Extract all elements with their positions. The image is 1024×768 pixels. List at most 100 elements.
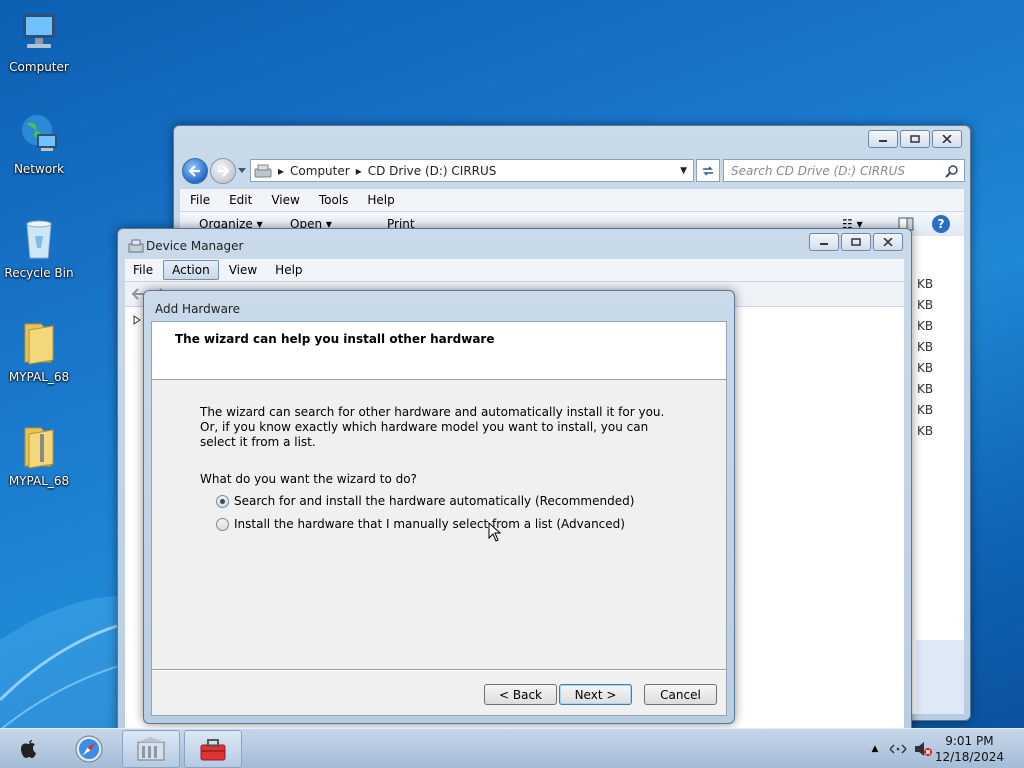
menu-help[interactable]: Help: [267, 261, 310, 279]
next-button[interactable]: Next >: [559, 684, 632, 705]
volume-tray-icon[interactable]: [912, 730, 934, 768]
search-input[interactable]: Search CD Drive (D:) CIRRUS: [723, 159, 965, 182]
menu-file[interactable]: File: [180, 193, 219, 207]
maximize-button[interactable]: [841, 233, 871, 251]
option-auto-install[interactable]: Search for and install the hardware auto…: [216, 494, 634, 508]
clock-time: 9:01 PM: [945, 734, 994, 748]
minimize-icon: [879, 140, 887, 142]
file-size: KB: [917, 403, 934, 417]
desktop-icon-network[interactable]: Network: [4, 110, 74, 176]
menu-file[interactable]: File: [125, 261, 161, 279]
button-separator: [152, 669, 726, 671]
toolbox-icon: [200, 739, 226, 761]
menu-edit[interactable]: Edit: [219, 193, 261, 207]
desktop-icon-mypal-zip[interactable]: MYPAL_68: [4, 422, 74, 488]
computer-icon: [23, 14, 55, 48]
network-status-icon: [889, 744, 907, 754]
maximize-button[interactable]: [900, 130, 930, 148]
menu-tools[interactable]: Tools: [309, 193, 358, 207]
show-hidden-icons-button[interactable]: ▲: [868, 730, 882, 768]
breadcrumb-separator-icon: ▸: [278, 163, 285, 178]
wizard-body: The wizard can help you install other ha…: [151, 321, 727, 716]
address-bar[interactable]: ▸ Computer ▸ CD Drive (D:) CIRRUS ▼: [250, 159, 694, 182]
mouse-cursor-icon: [488, 522, 502, 542]
window-title: Device Manager: [146, 239, 244, 253]
explorer-menubar: File Edit View Tools Help: [180, 189, 964, 211]
minimize-icon: [820, 243, 828, 245]
refresh-button[interactable]: [696, 159, 720, 182]
option-label: Search for and install the hardware auto…: [234, 494, 635, 508]
device-manager-icon: [128, 239, 144, 253]
address-dropdown-icon[interactable]: ▼: [680, 166, 687, 176]
minimize-button[interactable]: [809, 233, 839, 251]
wizard-heading: The wizard can help you install other ha…: [175, 332, 495, 346]
desktop-icon-computer[interactable]: Computer: [4, 8, 74, 74]
help-icon[interactable]: ?: [932, 215, 950, 233]
menu-action[interactable]: Action: [163, 260, 219, 280]
zip-folder-icon: [24, 427, 54, 469]
desktop-icon-recycle-bin[interactable]: Recycle Bin: [4, 214, 74, 280]
option-label: Install the hardware that I manually sel…: [234, 517, 625, 531]
file-size: KB: [917, 298, 934, 312]
file-size: KB: [917, 424, 934, 438]
taskbar: ▲ 9:01 PM 12/18/2024: [0, 728, 1024, 768]
apple-logo-icon: [21, 740, 36, 758]
cd-drive-icon: [254, 164, 272, 177]
recycle-bin-icon: [26, 220, 52, 259]
back-button[interactable]: [182, 158, 208, 184]
network-tray-icon[interactable]: [888, 730, 908, 768]
back-button[interactable]: < Back: [484, 684, 557, 705]
explorer-caption-buttons: [868, 130, 962, 148]
forward-arrow-icon: [218, 165, 230, 177]
compass-icon: [75, 735, 103, 763]
desktop-icon-label: Recycle Bin: [4, 266, 74, 280]
folder-icon: [24, 323, 54, 365]
start-button[interactable]: [8, 730, 48, 768]
file-size: KB: [917, 277, 934, 291]
expand-triangle-icon[interactable]: [133, 315, 141, 325]
dialog-title: Add Hardware: [155, 302, 240, 316]
breadcrumb-cd-drive[interactable]: CD Drive (D:) CIRRUS: [368, 164, 497, 178]
close-icon: [942, 135, 952, 143]
network-globe-icon: [22, 115, 57, 151]
menu-view[interactable]: View: [261, 193, 308, 207]
details-pane: [916, 640, 964, 714]
system-clock[interactable]: 9:01 PM 12/18/2024: [935, 733, 1004, 765]
desktop-icon-label: MYPAL_68: [8, 474, 70, 488]
volume-muted-icon: [915, 742, 932, 756]
cancel-button[interactable]: Cancel: [644, 684, 717, 705]
radio-unselected-icon[interactable]: [216, 517, 229, 531]
taskbar-explorer[interactable]: [122, 730, 180, 768]
safari-button[interactable]: [68, 730, 110, 768]
wizard-question: What do you want the wizard to do?: [200, 472, 417, 486]
minimize-button[interactable]: [868, 130, 898, 148]
refresh-icon: [703, 165, 713, 176]
breadcrumb-separator-icon: ▸: [355, 163, 362, 178]
menu-help[interactable]: Help: [357, 193, 403, 207]
breadcrumb-computer[interactable]: Computer: [290, 164, 350, 178]
clock-date: 12/18/2024: [934, 750, 1004, 764]
desktop-icon-label: Computer: [9, 60, 69, 74]
device-manager-menubar: File Action View Help: [125, 259, 904, 281]
desktop-icon-label: Network: [13, 162, 65, 176]
file-size: KB: [917, 382, 934, 396]
chevron-up-icon: ▲: [871, 744, 879, 754]
library-folder-icon: [137, 737, 165, 761]
recent-pages-chevron-icon[interactable]: [238, 168, 246, 174]
taskbar-device-manager[interactable]: [184, 730, 242, 768]
file-size: KB: [917, 361, 934, 375]
close-button[interactable]: [873, 233, 903, 251]
radio-selected-icon[interactable]: [216, 494, 229, 508]
menu-view[interactable]: View: [221, 261, 265, 279]
desktop-icon-label: MYPAL_68: [8, 370, 70, 384]
back-arrow-icon: [188, 165, 200, 177]
close-button[interactable]: [932, 130, 962, 148]
maximize-icon: [851, 238, 861, 246]
file-size: KB: [917, 319, 934, 333]
device-manager-caption-buttons: [809, 233, 903, 251]
add-hardware-dialog[interactable]: Add Hardware The wizard can help you ins…: [143, 290, 735, 724]
desktop-icon-mypal-folder[interactable]: MYPAL_68: [4, 318, 74, 384]
forward-button[interactable]: [210, 158, 236, 184]
option-manual-install[interactable]: Install the hardware that I manually sel…: [216, 517, 625, 531]
wizard-description: The wizard can search for other hardware…: [200, 405, 665, 449]
